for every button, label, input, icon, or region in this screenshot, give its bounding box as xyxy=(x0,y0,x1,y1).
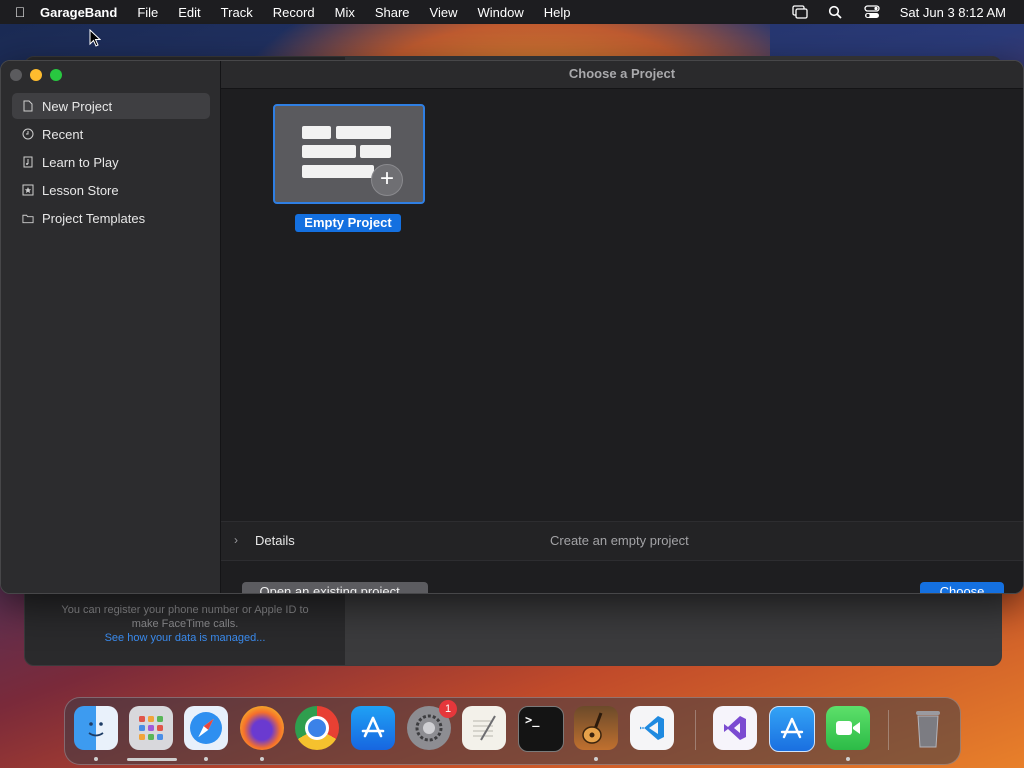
choose-project-window: New Project Recent Learn to Play Lesson … xyxy=(0,60,1024,594)
empty-project-label[interactable]: Empty Project xyxy=(295,214,401,232)
firefox-icon[interactable] xyxy=(240,706,284,750)
tile-bar-icon xyxy=(336,126,391,139)
menu-clock[interactable]: Sat Jun 3 8:12 AM xyxy=(900,5,1006,20)
menu-share[interactable]: Share xyxy=(375,5,410,20)
settings-update-badge: 1 xyxy=(439,700,457,718)
sidebar-list: New Project Recent Learn to Play Lesson … xyxy=(12,93,210,233)
xcode-installer-icon[interactable] xyxy=(769,706,815,752)
data-managed-link[interactable]: See how your data is managed... xyxy=(45,631,325,645)
sidebar-item-new-project[interactable]: New Project xyxy=(12,93,210,119)
details-description: Create an empty project xyxy=(550,533,689,548)
facetime-register-note: You can register your phone number or Ap… xyxy=(45,603,325,645)
tile-bar-icon xyxy=(360,145,391,158)
app-store-icon[interactable] xyxy=(351,706,395,750)
dock-separator xyxy=(888,710,889,750)
menu-app-name[interactable]: GarageBand xyxy=(40,5,117,20)
tile-bar-icon xyxy=(302,145,356,158)
dock: 1 >_ xyxy=(64,697,961,765)
folder-icon xyxy=(22,212,34,224)
sidebar-item-lesson-store[interactable]: Lesson Store xyxy=(12,177,210,203)
sidebar-item-label: New Project xyxy=(42,98,113,114)
chevron-right-icon[interactable]: › xyxy=(234,533,238,547)
empty-project-tile[interactable]: + xyxy=(273,104,425,204)
window-title: Choose a Project xyxy=(221,61,1023,89)
clock-icon xyxy=(22,128,34,140)
sidebar-item-learn-to-play[interactable]: Learn to Play xyxy=(12,149,210,175)
garageband-icon[interactable] xyxy=(574,706,618,750)
note-line-1: You can register your phone number or Ap… xyxy=(61,604,309,616)
terminal-icon[interactable]: >_ xyxy=(518,706,564,752)
minimize-window-button[interactable] xyxy=(30,69,42,81)
choose-button[interactable]: Choose xyxy=(920,582,1004,593)
finder-running-indicator xyxy=(94,757,98,761)
menu-edit[interactable]: Edit xyxy=(178,5,200,20)
system-preferences-icon[interactable]: 1 xyxy=(407,700,457,750)
safari-running-indicator xyxy=(204,757,208,761)
vscode-icon[interactable] xyxy=(630,706,674,750)
trash-icon[interactable] xyxy=(906,706,950,750)
project-content-area: + Empty Project › Details Create an empt… xyxy=(221,89,1023,593)
menu-mix[interactable]: Mix xyxy=(335,5,355,20)
tile-bar-icon xyxy=(302,126,331,139)
menu-window[interactable]: Window xyxy=(478,5,524,20)
visual-studio-icon[interactable] xyxy=(713,706,757,750)
menu-help[interactable]: Help xyxy=(544,5,571,20)
safari-icon[interactable] xyxy=(184,706,228,750)
chrome-icon[interactable] xyxy=(295,706,339,750)
zoom-window-button[interactable] xyxy=(50,69,62,81)
sidebar-item-label: Project Templates xyxy=(42,210,146,226)
firefox-running-indicator xyxy=(260,757,264,761)
plus-icon: + xyxy=(371,164,403,196)
mouse-cursor-icon xyxy=(89,29,101,47)
launchpad-icon[interactable] xyxy=(129,706,173,750)
launchpad-scroll-indicator xyxy=(127,758,177,761)
details-toggle[interactable]: Details xyxy=(255,533,295,548)
document-icon xyxy=(22,100,34,112)
search-icon[interactable] xyxy=(828,5,844,19)
sidebar-item-project-templates[interactable]: Project Templates xyxy=(12,205,210,231)
sidebar-item-label: Learn to Play xyxy=(42,154,119,170)
close-window-button[interactable] xyxy=(10,69,22,81)
tile-bar-icon xyxy=(302,165,374,178)
facetime-icon[interactable] xyxy=(826,706,870,750)
menu-bar:  GarageBand File Edit Track Record Mix … xyxy=(0,0,1024,24)
sidebar: New Project Recent Learn to Play Lesson … xyxy=(1,61,221,593)
textedit-icon[interactable] xyxy=(462,706,506,750)
garageband-running-indicator xyxy=(594,757,598,761)
sidebar-item-recent[interactable]: Recent xyxy=(12,121,210,147)
facetime-running-indicator xyxy=(846,757,850,761)
note-line-2: make FaceTime calls. xyxy=(131,618,239,630)
star-icon xyxy=(22,184,34,196)
open-existing-project-button[interactable]: Open an existing project... xyxy=(242,582,428,593)
screen-mirroring-icon[interactable] xyxy=(792,5,808,19)
control-center-icon[interactable] xyxy=(864,5,880,19)
music-book-icon xyxy=(22,156,34,168)
sidebar-item-label: Lesson Store xyxy=(42,182,119,198)
traffic-lights xyxy=(10,69,62,81)
menu-track[interactable]: Track xyxy=(221,5,253,20)
menu-file[interactable]: File xyxy=(137,5,158,20)
menu-record[interactable]: Record xyxy=(273,5,315,20)
details-bar: › Details Create an empty project xyxy=(221,521,1023,561)
apple-icon[interactable]:  xyxy=(0,4,40,20)
dock-separator xyxy=(695,710,696,750)
sidebar-item-label: Recent xyxy=(42,126,84,142)
finder-icon[interactable] xyxy=(74,706,118,750)
menu-view[interactable]: View xyxy=(430,5,458,20)
